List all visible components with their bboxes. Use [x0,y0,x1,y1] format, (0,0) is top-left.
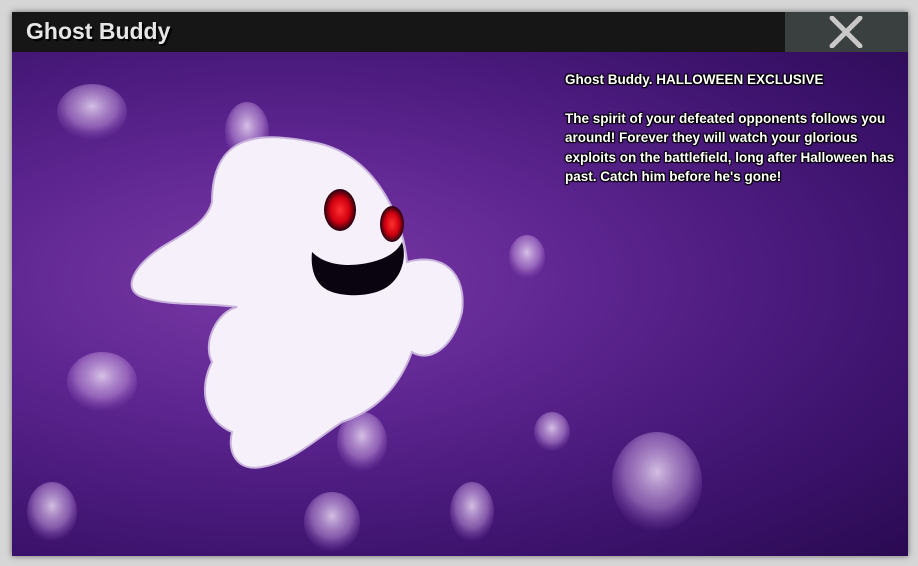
ghost [130,136,464,469]
close-x-icon [829,16,863,48]
title-bar: Ghost Buddy [12,12,908,52]
item-description-block: Ghost Buddy. HALLOWEEN EXCLUSIVE The spi… [565,70,895,206]
item-description: The spirit of your defeated opponents fo… [565,110,895,185]
item-dialog: Ghost Buddy Ghost Buddy. HALLOWEEN EXCLU… [12,12,908,556]
item-heading: Ghost Buddy. HALLOWEEN EXCLUSIVE [565,72,824,87]
item-artwork-panel: Ghost Buddy. HALLOWEEN EXCLUSIVE The spi… [12,52,908,556]
dialog-title: Ghost Buddy [26,18,171,44]
close-button[interactable] [785,12,908,52]
